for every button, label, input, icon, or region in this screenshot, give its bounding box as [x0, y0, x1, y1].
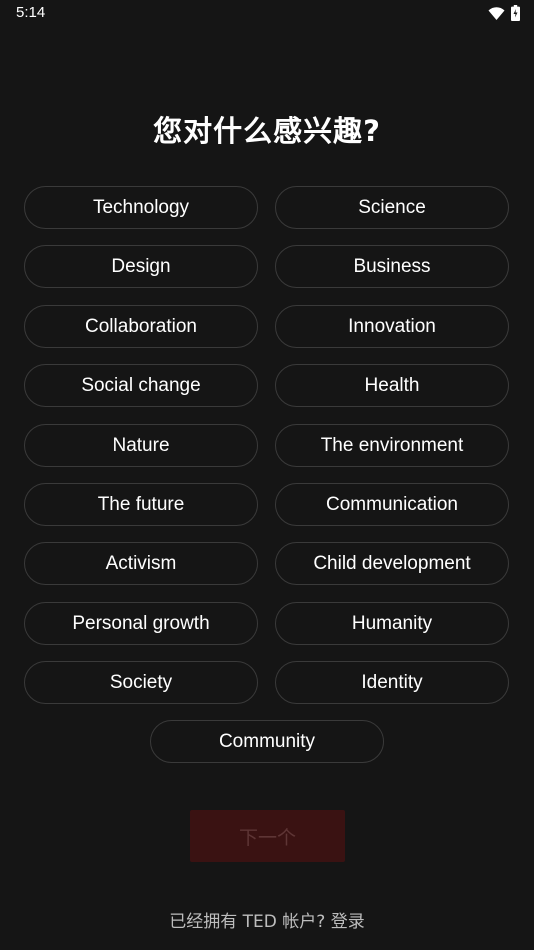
topic-chip-society[interactable]: Society: [24, 661, 258, 704]
topic-chip-technology[interactable]: Technology: [24, 186, 258, 229]
status-bar: 5:14: [0, 0, 534, 28]
topic-chip-humanity[interactable]: Humanity: [275, 602, 509, 645]
next-button[interactable]: 下一个: [190, 810, 345, 862]
status-icons: [488, 5, 520, 25]
topic-chip-activism[interactable]: Activism: [24, 542, 258, 585]
topic-chip-the-environment[interactable]: The environment: [275, 424, 509, 467]
topic-chip-personal-growth[interactable]: Personal growth: [24, 602, 258, 645]
login-prompt: 已经拥有 TED 帐户? 登录: [0, 907, 534, 932]
topic-chip-identity[interactable]: Identity: [275, 661, 509, 704]
topic-chip-design[interactable]: Design: [24, 245, 258, 288]
battery-charging-icon: [511, 5, 520, 25]
topic-chip-business[interactable]: Business: [275, 245, 509, 288]
topic-chip-collaboration[interactable]: Collaboration: [24, 305, 258, 348]
page-title: 您对什么感兴趣?: [153, 114, 381, 148]
login-prompt-text: 已经拥有 TED 帐户?: [169, 912, 326, 932]
login-link[interactable]: 登录: [331, 912, 365, 932]
topic-chip-nature[interactable]: Nature: [24, 424, 258, 467]
topic-chip-the-future[interactable]: The future: [24, 483, 258, 526]
topic-chip-social-change[interactable]: Social change: [24, 364, 258, 407]
topic-chip-science[interactable]: Science: [275, 186, 509, 229]
screen: 5:14 您对什么感兴趣? Technology Science Design …: [0, 0, 534, 950]
topic-chip-child-development[interactable]: Child development: [275, 542, 509, 585]
topic-chip-health[interactable]: Health: [275, 364, 509, 407]
topic-chip-community[interactable]: Community: [150, 720, 384, 763]
wifi-icon: [488, 6, 505, 25]
status-time: 5:14: [16, 4, 46, 21]
topic-chip-communication[interactable]: Communication: [275, 483, 509, 526]
topic-chip-innovation[interactable]: Innovation: [275, 305, 509, 348]
